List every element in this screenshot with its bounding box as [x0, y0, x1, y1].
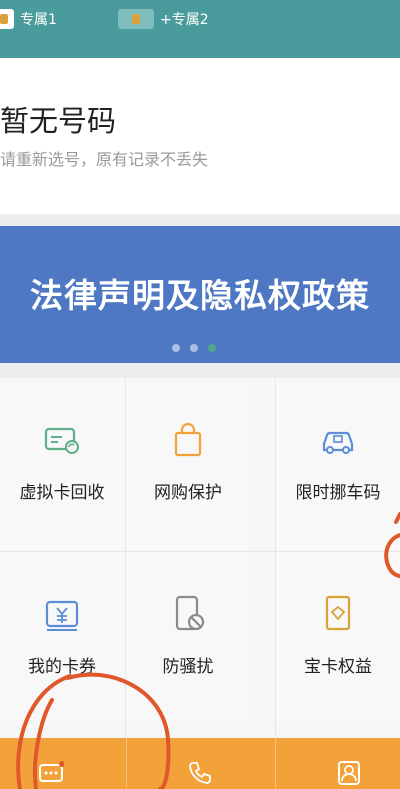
benefit-icon — [325, 595, 351, 631]
service-label: 我的卡券 — [28, 657, 96, 677]
service-my-coupons[interactable]: 我的卡券 — [0, 552, 124, 724]
grid-divider — [275, 378, 276, 738]
service-card-benefits[interactable]: 宝卡权益 — [276, 552, 400, 724]
contacts-icon[interactable] — [336, 760, 362, 786]
service-label: 虚拟卡回收 — [19, 483, 105, 503]
phone-icon[interactable] — [187, 760, 213, 786]
service-card-recycle[interactable]: 虚拟卡回收 — [0, 378, 124, 550]
number-card[interactable]: 暂无号码 请重新选号，原有记录不丢失 — [0, 58, 400, 214]
grid-divider — [125, 378, 126, 738]
tab-label: 专属1 — [20, 12, 57, 28]
sim-card-icon — [0, 9, 14, 29]
coupon-icon — [45, 600, 79, 631]
phone-block-icon — [175, 595, 205, 631]
tab-sim-1[interactable]: 专属1 — [0, 8, 57, 30]
nav-divider — [126, 738, 127, 789]
nav-divider — [275, 738, 276, 789]
page-dot — [172, 344, 180, 352]
page-dot-active — [208, 344, 216, 352]
service-shopping-protect[interactable]: 网购保护 — [126, 378, 250, 550]
shopping-bag-icon — [174, 422, 202, 457]
number-subtitle: 请重新选号，原有记录不丢失 — [0, 150, 209, 169]
sim-tab-bar: 专属1 +专属2 — [0, 0, 400, 58]
banner-text: 法律声明及隐私权政策 — [30, 276, 370, 315]
service-label: 网购保护 — [154, 483, 222, 503]
car-icon — [322, 431, 354, 454]
card-recycle-icon — [44, 427, 79, 454]
service-label: 宝卡权益 — [304, 657, 372, 677]
page-dot — [190, 344, 198, 352]
banner[interactable]: 法律声明及隐私权政策 — [0, 226, 400, 363]
banner-page-indicator — [172, 344, 216, 352]
sim-card-icon — [118, 9, 154, 29]
tab-label: +专属2 — [160, 12, 209, 28]
service-label: 防骚扰 — [162, 657, 214, 677]
grid-divider — [0, 551, 400, 552]
service-anti-harassment[interactable]: 防骚扰 — [126, 552, 250, 724]
message-icon[interactable] — [38, 760, 64, 786]
service-label: 限时挪车码 — [295, 483, 381, 503]
service-move-car-code[interactable]: 限时挪车码 — [276, 378, 400, 550]
tab-sim-2[interactable]: +专属2 — [118, 8, 209, 30]
number-title: 暂无号码 — [0, 104, 117, 138]
